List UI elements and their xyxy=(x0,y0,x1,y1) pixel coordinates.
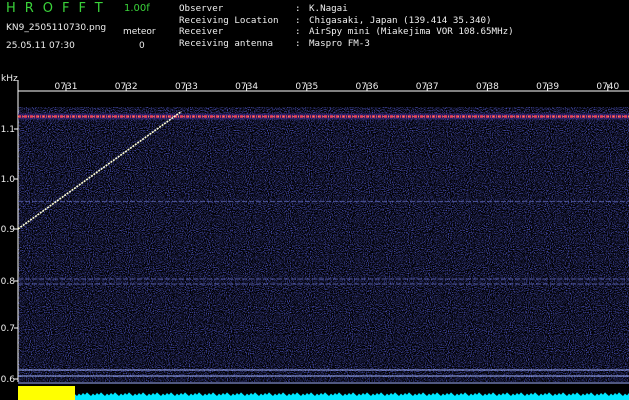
x-tick-label: 0738 xyxy=(476,82,499,92)
info-colon: : xyxy=(295,37,301,49)
version-label: 1.00f xyxy=(124,3,150,14)
info-row-antenna: Receiving antenna: Maspro FM-3 xyxy=(179,38,514,50)
info-key: Observer xyxy=(179,3,224,14)
x-tick-label: 0733 xyxy=(175,82,198,92)
noise-texture xyxy=(18,107,629,382)
info-row-receiver: Receiver: AirSpy mini (Miakejima VOR 108.… xyxy=(179,26,514,38)
yellow-level-block xyxy=(18,386,75,400)
spectrogram: 0731 0732 0733 0734 0735 0736 0737 0738 0739 0740… xyxy=(1,80,629,400)
x-tick-label: 0740 xyxy=(596,82,619,92)
y-tick-label: 0.6 xyxy=(1,375,16,385)
info-key: Receiver xyxy=(179,26,224,38)
x-tick-label: 0737 xyxy=(416,82,439,92)
x-tick-label: 0735 xyxy=(295,82,318,92)
app-title: HROFFT xyxy=(6,1,112,16)
y-tick-label: 1.1 xyxy=(1,125,15,135)
info-key: Receiving Location xyxy=(179,14,279,26)
y-tick-label: 0.8 xyxy=(1,277,16,287)
station-info: Observer: K.Nagai Receiving Location: Chig… xyxy=(179,3,514,49)
info-value: Maspro FM-3 xyxy=(309,37,370,49)
info-row-location: Receiving Location: Chigasaki, Japan (139… xyxy=(179,15,514,27)
info-value: K.Nagai xyxy=(309,3,348,14)
y-tick-label: 1.0 xyxy=(1,175,16,185)
filename-label: KN9_2505110730.png xyxy=(6,23,107,33)
x-tick-label: 0736 xyxy=(356,82,379,92)
info-colon: : xyxy=(295,26,301,38)
info-row-observer: Observer: K.Nagai xyxy=(179,3,514,15)
x-tick-label: 0734 xyxy=(235,82,258,92)
cyan-noise-bar xyxy=(75,392,629,400)
meteor-count: 0 xyxy=(139,41,145,51)
info-value: AirSpy mini (Miakejima VOR 108.65MHz) xyxy=(309,26,514,38)
info-value: Chigasaki, Japan (139.414 35.340) xyxy=(309,14,492,26)
info-key: Receiving antenna xyxy=(179,37,274,49)
y-tick-label: 0.9 xyxy=(1,225,16,235)
meteor-label: meteor xyxy=(123,27,156,37)
y-tick-label: 0.7 xyxy=(1,324,15,334)
x-tick-label: 0739 xyxy=(536,82,559,92)
datetime-label: 25.05.11 07:30 xyxy=(6,41,75,51)
x-tick-label: 0732 xyxy=(115,82,138,92)
info-colon: : xyxy=(295,3,301,14)
info-colon: : xyxy=(295,14,301,26)
x-tick-label: 0731 xyxy=(55,82,78,92)
spectrogram-panel: 0731 0732 0733 0734 0735 0736 0737 0738 0739 0740… xyxy=(0,80,629,400)
